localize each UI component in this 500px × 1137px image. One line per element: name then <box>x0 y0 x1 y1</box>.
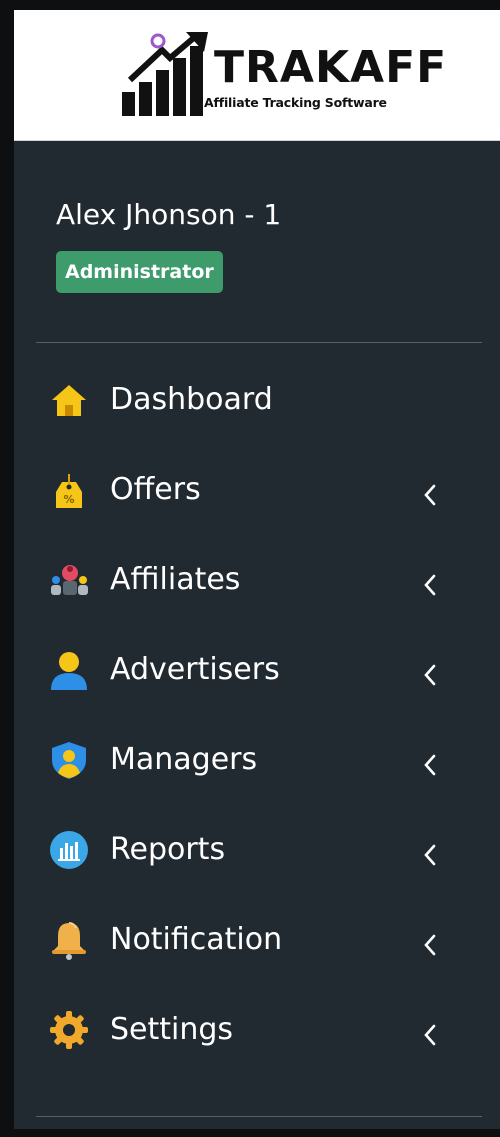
nav-item-managers[interactable]: Managers <box>14 726 500 796</box>
divider-bottom <box>36 1116 482 1117</box>
nav-label-settings: Settings <box>110 1012 234 1047</box>
chevron-left-icon[interactable] <box>420 840 440 870</box>
shield-user-icon <box>52 742 86 779</box>
nav-label-dashboard: Dashboard <box>110 382 273 417</box>
role-badge: Administrator <box>56 251 223 293</box>
svg-text:%: % <box>63 493 74 506</box>
chevron-left-icon[interactable] <box>420 570 440 600</box>
chevron-left-icon[interactable] <box>420 930 440 960</box>
sidebar: TRAKAFF Affiliate Tracking Software Alex… <box>0 0 500 1137</box>
price-tag-icon: % <box>56 474 82 508</box>
divider-top <box>36 342 482 343</box>
user-name: Alex Jhonson - 1 <box>56 198 282 231</box>
chevron-left-icon[interactable] <box>420 480 440 510</box>
nav-label-advertisers: Advertisers <box>110 652 280 687</box>
bell-icon <box>52 922 86 960</box>
nav-label-notification: Notification <box>110 922 283 957</box>
home-icon <box>52 385 86 416</box>
nav-item-advertisers[interactable]: Advertisers <box>14 636 500 706</box>
brand-tagline: Affiliate Tracking Software <box>204 95 387 110</box>
trakaff-logo-icon <box>122 32 208 116</box>
user-icon <box>51 652 87 690</box>
nav-item-settings[interactable]: Settings <box>14 996 500 1066</box>
nav-label-offers: Offers <box>110 472 201 507</box>
brand-name: TRAKAFF <box>214 42 448 93</box>
nav-label-reports: Reports <box>110 832 226 867</box>
chevron-left-icon[interactable] <box>420 750 440 780</box>
affiliates-group-icon <box>51 565 88 595</box>
chevron-left-icon[interactable] <box>420 660 440 690</box>
bar-chart-icon <box>50 831 88 869</box>
gear-icon <box>50 1011 88 1049</box>
nav-item-notification[interactable]: Notification <box>14 906 500 976</box>
chevron-left-icon[interactable] <box>420 1020 440 1050</box>
nav-item-dashboard[interactable]: Dashboard <box>14 366 500 436</box>
logo-header[interactable]: TRAKAFF Affiliate Tracking Software <box>14 10 500 141</box>
nav-label-managers: Managers <box>110 742 258 777</box>
nav-item-offers[interactable]: % Offers <box>14 456 500 526</box>
nav-item-affiliates[interactable]: Affiliates <box>14 546 500 616</box>
nav-item-reports[interactable]: Reports <box>14 816 500 886</box>
nav-label-affiliates: Affiliates <box>110 562 241 597</box>
